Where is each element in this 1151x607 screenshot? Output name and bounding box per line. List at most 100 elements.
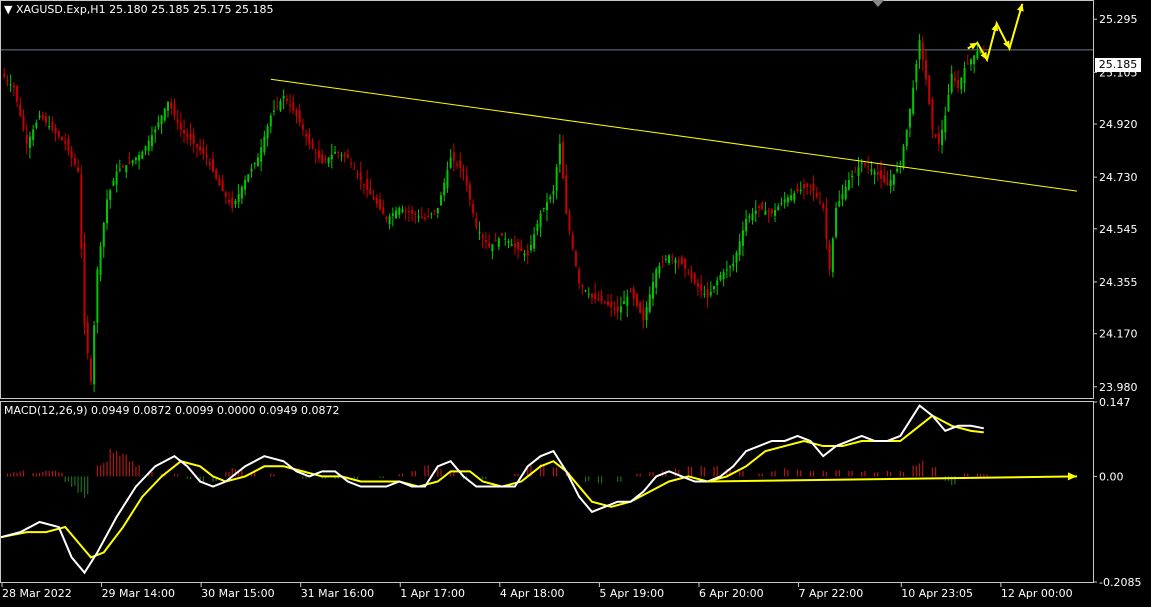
candle-body [427,215,430,217]
candle-body [157,122,160,128]
candle-body [407,211,410,213]
candle-body [353,168,356,170]
candle-body [902,146,905,168]
candle-body [883,175,886,183]
candle-body [806,183,809,187]
candle-body [134,157,137,161]
candle-body [799,189,802,192]
candle-body [719,274,722,280]
candle-body [57,131,60,137]
candle-body [716,280,719,286]
chart-shift-marker-icon [872,0,884,7]
candle-body [497,238,500,247]
candle-body [32,129,35,141]
candle-body [173,104,176,116]
candle-body [780,202,783,204]
candle-body [969,59,972,65]
collapse-triangle-icon[interactable]: ▼ [4,3,12,16]
candle-body [590,293,593,298]
candle-body [982,48,985,50]
macd-tick-label: 0.147 [1099,396,1131,409]
candle-body [828,244,831,270]
time-tick-label: 5 Apr 19:00 [599,587,664,600]
time-tick-label: 7 Apr 22:00 [799,587,864,600]
candle-body [321,154,324,164]
candle-body [600,295,603,302]
candle-body [199,146,202,151]
candle-body [896,168,899,172]
candle-body [3,73,6,78]
candle-body [67,138,70,151]
candle-body [812,183,815,192]
candle-body [581,285,584,287]
candle-body [356,173,359,175]
time-tick-label: 6 Apr 20:00 [699,587,764,600]
time-tick-label: 28 Mar 2022 [2,587,72,600]
candle-body [99,246,102,275]
candle-body [594,293,597,299]
candle-body [89,358,92,382]
candle-body [658,265,661,274]
candle-body [623,301,626,305]
candle-body [520,247,523,252]
candle-body [131,160,134,164]
candle-body [340,154,343,156]
candle-body [160,115,163,125]
candle-body [417,216,420,218]
candle-body [523,253,526,256]
resistance-trendline [270,78,1078,192]
candle-body [12,85,15,88]
candle-body [192,134,195,144]
candle-body [256,157,259,167]
symbol-label: XAGUSD.Exp,H1 [15,3,106,16]
candle-body [48,126,51,128]
candle-body [115,171,118,185]
candle-body [867,166,870,168]
candle-body [941,129,944,146]
price-tick-label: 23.980 [1099,381,1138,394]
candle-body [706,289,709,298]
candle-body [552,191,555,195]
candle-body [308,133,311,144]
candle-body [25,134,28,144]
candle-body [607,301,610,306]
price-tick-label: 24.730 [1099,171,1138,184]
candle-body [912,87,915,114]
candle-body [28,136,31,148]
candle-body [664,258,667,260]
price-tick-label: 24.920 [1099,118,1138,131]
candle-body [632,288,635,299]
time-axis: 28 Mar 2022 29 Mar 14:00 30 Mar 15:00 31 Ma… [1,583,1073,600]
candle-body [546,202,548,210]
candle-body [456,164,459,166]
candle-body [273,110,275,112]
candle-body [404,210,407,212]
candle-body [819,201,821,203]
candle-body [452,152,455,162]
candle-body [844,186,847,200]
candle-body [362,183,365,185]
candle-body [468,184,471,200]
candle-body [122,165,125,168]
candle-body [484,240,487,243]
candle-body [144,146,147,151]
candle-body [311,142,314,149]
candle-body [350,163,353,165]
candle-body [327,157,330,164]
candle-body [38,115,41,118]
candle-body [510,244,513,246]
candle-body [873,171,876,175]
candle-body [729,266,732,268]
candle-body [446,170,449,189]
candle-body [915,63,918,83]
time-tick-label: 29 Mar 14:00 [102,587,175,600]
candle-body [725,269,728,271]
candle-body [793,193,796,201]
candle-body [539,213,542,227]
candle-body [777,206,780,211]
candle-body [112,180,115,186]
candle-body [64,141,67,144]
candle-body [70,150,73,158]
candle-body [440,195,443,206]
candle-body [642,308,645,320]
